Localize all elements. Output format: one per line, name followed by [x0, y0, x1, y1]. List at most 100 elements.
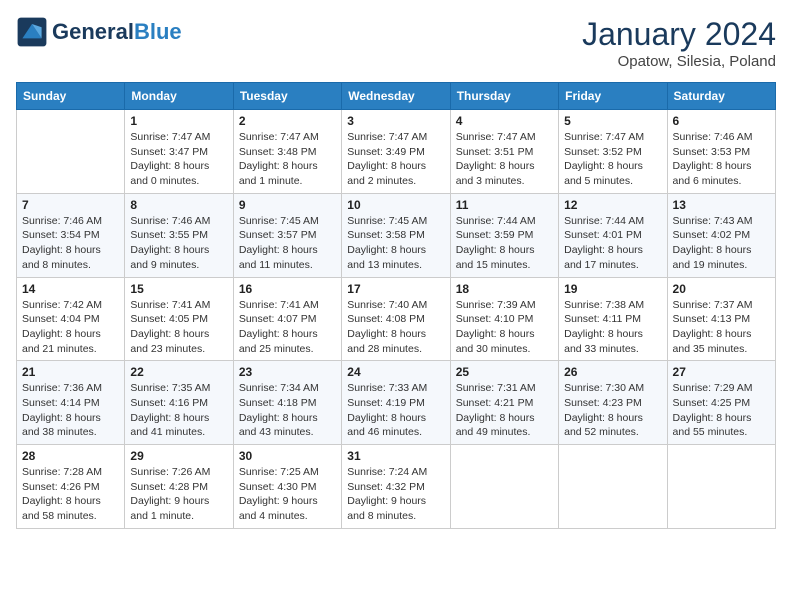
calendar-cell: 20Sunrise: 7:37 AM Sunset: 4:13 PM Dayli… — [667, 277, 775, 361]
day-info: Sunrise: 7:34 AM Sunset: 4:18 PM Dayligh… — [239, 381, 336, 440]
day-number: 16 — [239, 282, 336, 296]
calendar-cell: 30 Sunrise: 7:25 AM Sunset: 4:30 PM Dayli… — [233, 445, 341, 529]
logo-general: GeneralBlue — [52, 20, 182, 44]
calendar-cell: 29 Sunrise: 7:26 AM Sunset: 4:28 PM Dayli… — [125, 445, 233, 529]
day-info: Sunrise: 7:41 AM Sunset: 4:07 PM Dayligh… — [239, 298, 336, 357]
day-number: 21 — [22, 365, 119, 379]
day-info: Sunrise: 7:26 AM Sunset: 4:28 PM Dayligh… — [130, 465, 227, 524]
weekday-header-cell: Wednesday — [342, 83, 450, 110]
calendar-cell: 19 Sunrise: 7:38 AM Sunset: 4:11 PM Dayli… — [559, 277, 667, 361]
calendar-cell: 13Sunrise: 7:43 AM Sunset: 4:02 PM Dayli… — [667, 193, 775, 277]
day-number: 29 — [130, 449, 227, 463]
day-number: 2 — [239, 114, 336, 128]
day-number: 31 — [347, 449, 444, 463]
calendar-cell: 21 Sunrise: 7:36 AM Sunset: 4:14 PM Dayli… — [17, 361, 125, 445]
day-number: 28 — [22, 449, 119, 463]
day-info: Sunrise: 7:47 AM Sunset: 3:47 PM Dayligh… — [130, 130, 227, 189]
calendar-body: 1 Sunrise: 7:47 AM Sunset: 3:47 PM Daylig… — [17, 110, 776, 529]
day-number: 22 — [130, 365, 227, 379]
calendar-cell: 12Sunrise: 7:44 AM Sunset: 4:01 PM Dayli… — [559, 193, 667, 277]
calendar-cell: 10 Sunrise: 7:45 AM Sunset: 3:58 PM Dayli… — [342, 193, 450, 277]
day-info: Sunrise: 7:46 AM Sunset: 3:54 PM Dayligh… — [22, 214, 119, 273]
calendar-cell: 26Sunrise: 7:30 AM Sunset: 4:23 PM Dayli… — [559, 361, 667, 445]
weekday-header-cell: Friday — [559, 83, 667, 110]
day-info: Sunrise: 7:47 AM Sunset: 3:52 PM Dayligh… — [564, 130, 661, 189]
day-info: Sunrise: 7:24 AM Sunset: 4:32 PM Dayligh… — [347, 465, 444, 524]
day-info: Sunrise: 7:46 AM Sunset: 3:53 PM Dayligh… — [673, 130, 770, 189]
calendar-cell: 11 Sunrise: 7:44 AM Sunset: 3:59 PM Dayli… — [450, 193, 558, 277]
day-info: Sunrise: 7:42 AM Sunset: 4:04 PM Dayligh… — [22, 298, 119, 357]
weekday-header-cell: Tuesday — [233, 83, 341, 110]
day-info: Sunrise: 7:33 AM Sunset: 4:19 PM Dayligh… — [347, 381, 444, 440]
logo-icon — [16, 16, 48, 48]
day-info: Sunrise: 7:28 AM Sunset: 4:26 PM Dayligh… — [22, 465, 119, 524]
calendar-cell: 4Sunrise: 7:47 AM Sunset: 3:51 PM Daylig… — [450, 110, 558, 194]
calendar-cell: 1 Sunrise: 7:47 AM Sunset: 3:47 PM Daylig… — [125, 110, 233, 194]
day-info: Sunrise: 7:38 AM Sunset: 4:11 PM Dayligh… — [564, 298, 661, 357]
calendar-week-row: 28 Sunrise: 7:28 AM Sunset: 4:26 PM Dayli… — [17, 445, 776, 529]
day-info: Sunrise: 7:45 AM Sunset: 3:58 PM Dayligh… — [347, 214, 444, 273]
day-number: 25 — [456, 365, 553, 379]
weekday-header-cell: Thursday — [450, 83, 558, 110]
logo-blue-text: Blue — [134, 19, 182, 44]
day-number: 19 — [564, 282, 661, 296]
calendar-week-row: 7Sunrise: 7:46 AM Sunset: 3:54 PM Daylig… — [17, 193, 776, 277]
day-info: Sunrise: 7:47 AM Sunset: 3:48 PM Dayligh… — [239, 130, 336, 189]
day-info: Sunrise: 7:36 AM Sunset: 4:14 PM Dayligh… — [22, 381, 119, 440]
calendar-cell: 14 Sunrise: 7:42 AM Sunset: 4:04 PM Dayli… — [17, 277, 125, 361]
day-number: 5 — [564, 114, 661, 128]
day-number: 15 — [130, 282, 227, 296]
day-number: 10 — [347, 198, 444, 212]
calendar-cell — [17, 110, 125, 194]
logo-general-text: General — [52, 19, 134, 44]
calendar-cell: 3 Sunrise: 7:47 AM Sunset: 3:49 PM Daylig… — [342, 110, 450, 194]
calendar-cell: 6 Sunrise: 7:46 AM Sunset: 3:53 PM Daylig… — [667, 110, 775, 194]
weekday-header-cell: Saturday — [667, 83, 775, 110]
calendar-cell: 22Sunrise: 7:35 AM Sunset: 4:16 PM Dayli… — [125, 361, 233, 445]
calendar-cell: 17Sunrise: 7:40 AM Sunset: 4:08 PM Dayli… — [342, 277, 450, 361]
title-block: January 2024 Opatow, Silesia, Poland — [582, 16, 776, 70]
day-info: Sunrise: 7:45 AM Sunset: 3:57 PM Dayligh… — [239, 214, 336, 273]
day-info: Sunrise: 7:25 AM Sunset: 4:30 PM Dayligh… — [239, 465, 336, 524]
weekday-header-cell: Sunday — [17, 83, 125, 110]
day-info: Sunrise: 7:44 AM Sunset: 3:59 PM Dayligh… — [456, 214, 553, 273]
calendar-cell: 9 Sunrise: 7:45 AM Sunset: 3:57 PM Daylig… — [233, 193, 341, 277]
calendar-week-row: 14 Sunrise: 7:42 AM Sunset: 4:04 PM Dayli… — [17, 277, 776, 361]
calendar-cell — [559, 445, 667, 529]
weekday-header-row: SundayMondayTuesdayWednesdayThursdayFrid… — [17, 83, 776, 110]
day-number: 30 — [239, 449, 336, 463]
calendar-cell: 16 Sunrise: 7:41 AM Sunset: 4:07 PM Dayli… — [233, 277, 341, 361]
calendar-cell: 2 Sunrise: 7:47 AM Sunset: 3:48 PM Daylig… — [233, 110, 341, 194]
day-number: 27 — [673, 365, 770, 379]
day-info: Sunrise: 7:29 AM Sunset: 4:25 PM Dayligh… — [673, 381, 770, 440]
day-number: 11 — [456, 198, 553, 212]
weekday-header-cell: Monday — [125, 83, 233, 110]
calendar-cell: 31 Sunrise: 7:24 AM Sunset: 4:32 PM Dayli… — [342, 445, 450, 529]
day-info: Sunrise: 7:47 AM Sunset: 3:51 PM Dayligh… — [456, 130, 553, 189]
month-title: January 2024 — [582, 16, 776, 53]
page-header: GeneralBlue January 2024 Opatow, Silesia… — [16, 16, 776, 70]
logo: GeneralBlue — [16, 16, 182, 48]
day-info: Sunrise: 7:40 AM Sunset: 4:08 PM Dayligh… — [347, 298, 444, 357]
day-number: 3 — [347, 114, 444, 128]
calendar-cell: 7Sunrise: 7:46 AM Sunset: 3:54 PM Daylig… — [17, 193, 125, 277]
calendar-cell: 27 Sunrise: 7:29 AM Sunset: 4:25 PM Dayli… — [667, 361, 775, 445]
calendar-cell: 28 Sunrise: 7:28 AM Sunset: 4:26 PM Dayli… — [17, 445, 125, 529]
calendar-cell: 25Sunrise: 7:31 AM Sunset: 4:21 PM Dayli… — [450, 361, 558, 445]
day-info: Sunrise: 7:41 AM Sunset: 4:05 PM Dayligh… — [130, 298, 227, 357]
day-info: Sunrise: 7:37 AM Sunset: 4:13 PM Dayligh… — [673, 298, 770, 357]
day-number: 18 — [456, 282, 553, 296]
calendar-cell: 24Sunrise: 7:33 AM Sunset: 4:19 PM Dayli… — [342, 361, 450, 445]
day-number: 14 — [22, 282, 119, 296]
day-info: Sunrise: 7:47 AM Sunset: 3:49 PM Dayligh… — [347, 130, 444, 189]
day-number: 9 — [239, 198, 336, 212]
day-info: Sunrise: 7:44 AM Sunset: 4:01 PM Dayligh… — [564, 214, 661, 273]
calendar-table: SundayMondayTuesdayWednesdayThursdayFrid… — [16, 82, 776, 529]
calendar-cell: 5 Sunrise: 7:47 AM Sunset: 3:52 PM Daylig… — [559, 110, 667, 194]
day-number: 1 — [130, 114, 227, 128]
day-number: 6 — [673, 114, 770, 128]
calendar-cell: 15 Sunrise: 7:41 AM Sunset: 4:05 PM Dayli… — [125, 277, 233, 361]
calendar-cell: 18Sunrise: 7:39 AM Sunset: 4:10 PM Dayli… — [450, 277, 558, 361]
calendar-week-row: 21 Sunrise: 7:36 AM Sunset: 4:14 PM Dayli… — [17, 361, 776, 445]
day-number: 13 — [673, 198, 770, 212]
